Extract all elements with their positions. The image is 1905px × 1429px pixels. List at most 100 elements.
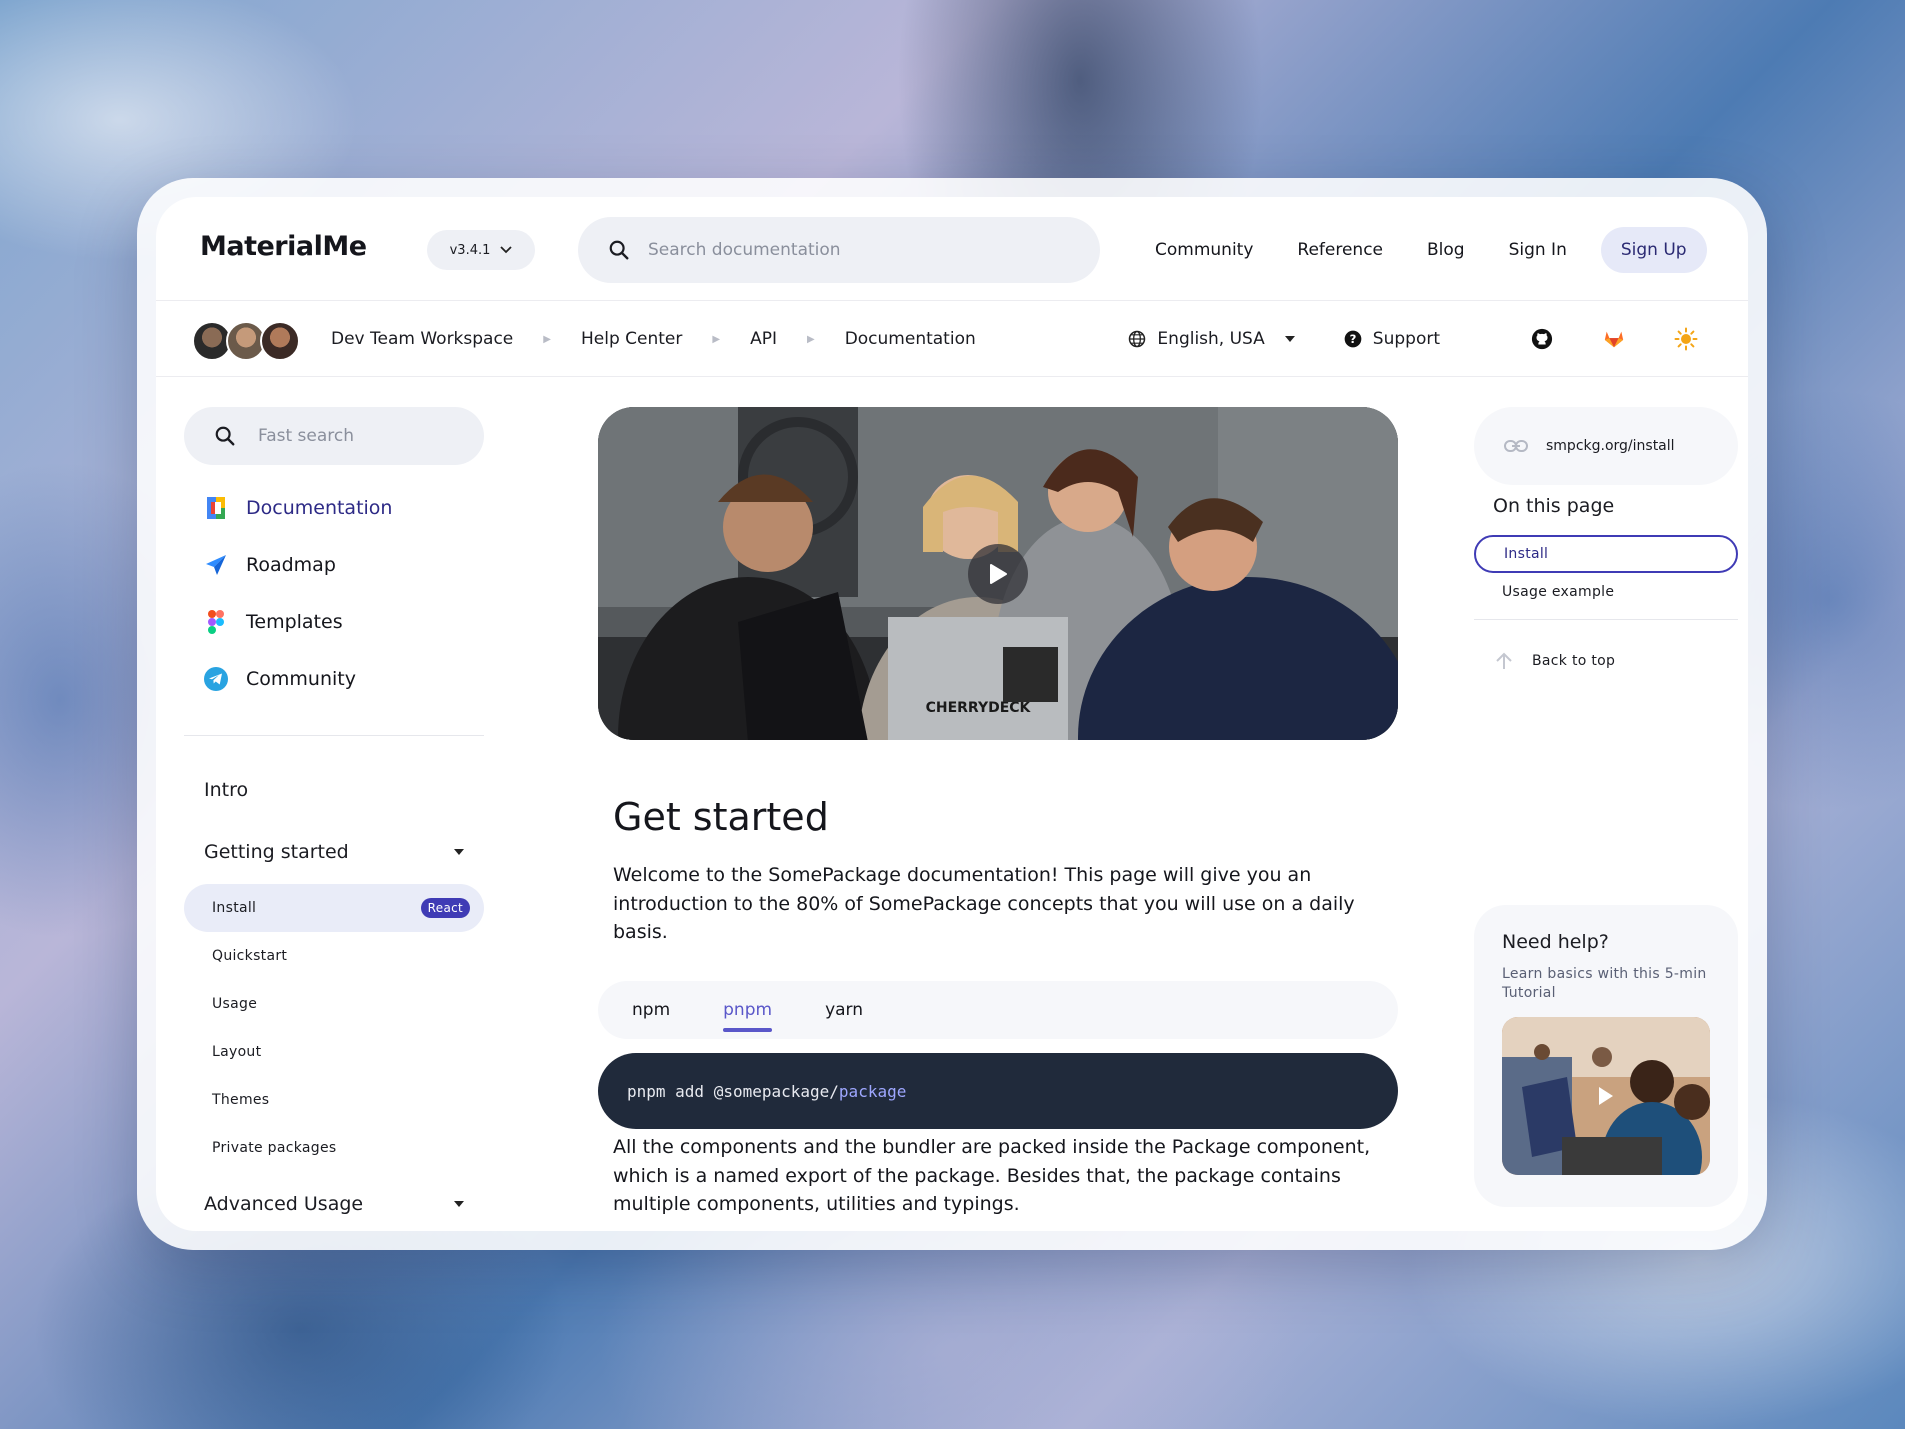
- breadcrumb-help-center[interactable]: Help Center: [581, 329, 682, 349]
- logo[interactable]: MaterialMe: [200, 231, 367, 262]
- app-frame: MaterialMe v3.4.1 Community Reference Bl…: [137, 178, 1767, 1250]
- team-avatars[interactable]: [192, 321, 300, 361]
- caret-down-icon: [454, 1201, 464, 1207]
- sign-up-button[interactable]: Sign Up: [1600, 227, 1707, 273]
- language-label: English, USA: [1157, 329, 1265, 349]
- caret-down-icon: [454, 849, 464, 855]
- back-to-top-label: Back to top: [1532, 653, 1616, 669]
- sidebar-subitem-layout[interactable]: Layout: [184, 1028, 484, 1076]
- page-url[interactable]: smpckg.org/install: [1474, 407, 1738, 485]
- svg-text:CHERRYDECK: CHERRYDECK: [926, 700, 1032, 716]
- toc-item-install[interactable]: Install: [1474, 535, 1738, 573]
- subitem-label: Install: [212, 900, 257, 916]
- sidebar-item-label: Templates: [246, 610, 343, 633]
- send-icon: [204, 553, 228, 577]
- play-button[interactable]: [1594, 1084, 1618, 1108]
- section-advanced-usage[interactable]: Advanced Usage: [184, 1184, 484, 1224]
- package-manager-tabs: npm pnpm yarn: [598, 981, 1398, 1039]
- sidebar-subitem-quickstart[interactable]: Quickstart: [184, 932, 484, 980]
- tutorial-video[interactable]: [1502, 1017, 1710, 1175]
- code-block[interactable]: pnpm add @somepackage/package: [598, 1053, 1398, 1129]
- on-this-page-title: On this page: [1493, 495, 1615, 517]
- section-getting-started[interactable]: Getting started: [184, 832, 484, 872]
- sidebar-item-community[interactable]: Community: [184, 650, 484, 707]
- app-window: MaterialMe v3.4.1 Community Reference Bl…: [156, 197, 1748, 1231]
- breadcrumb: Dev Team Workspace ▶ Help Center ▶ API ▶…: [331, 301, 976, 377]
- subitem-label: Private packages: [212, 1140, 337, 1156]
- section-intro[interactable]: Intro: [184, 770, 484, 810]
- subitem-label: Quickstart: [212, 948, 288, 964]
- figma-icon: [204, 609, 228, 634]
- url-text: smpckg.org/install: [1546, 438, 1675, 454]
- help-card: Need help? Learn basics with this 5-min …: [1474, 905, 1738, 1207]
- tab-pnpm[interactable]: pnpm: [723, 981, 772, 1039]
- github-icon: [1531, 328, 1553, 350]
- search-icon: [215, 426, 235, 446]
- link-icon: [1504, 440, 1528, 452]
- intro-paragraph: Welcome to the SomePackage documentation…: [613, 864, 1355, 943]
- chevron-right-icon: ▶: [712, 333, 721, 345]
- language-selector[interactable]: English, USA: [1127, 329, 1295, 349]
- breadcrumb-documentation[interactable]: Documentation: [845, 329, 976, 349]
- caret-down-icon: [1284, 336, 1295, 342]
- sign-in-link[interactable]: Sign In: [1487, 227, 1589, 273]
- top-header: MaterialMe v3.4.1 Community Reference Bl…: [156, 197, 1748, 301]
- version-label: v3.4.1: [449, 242, 491, 258]
- version-selector[interactable]: v3.4.1: [427, 230, 535, 270]
- nav-reference[interactable]: Reference: [1275, 227, 1405, 273]
- play-icon: [990, 564, 1007, 584]
- toc-item-usage-example[interactable]: Usage example: [1474, 573, 1738, 611]
- gitlab-button[interactable]: [1602, 327, 1626, 351]
- globe-icon: [1129, 330, 1146, 348]
- fast-search-bar[interactable]: [184, 407, 484, 465]
- divider: [184, 735, 484, 736]
- subitem-label: Layout: [212, 1044, 262, 1060]
- breadcrumb-api[interactable]: API: [750, 329, 777, 349]
- body-paragraph: All the components and the bundler are p…: [613, 1136, 1371, 1215]
- chevron-right-icon: ▶: [543, 333, 551, 345]
- primary-nav: Documentation Roadmap Templates Communit…: [184, 479, 484, 707]
- sun-icon: [1674, 327, 1698, 351]
- top-nav: Community Reference Blog Sign In Sign Up: [1133, 227, 1707, 273]
- workspace-bar: Dev Team Workspace ▶ Help Center ▶ API ▶…: [156, 301, 1748, 377]
- search-icon: [609, 240, 629, 260]
- search-bar[interactable]: [578, 217, 1100, 283]
- hero-video[interactable]: CHERRYDECK: [598, 407, 1398, 740]
- sidebar-item-documentation[interactable]: Documentation: [184, 479, 484, 536]
- help-circle-icon: ?: [1344, 330, 1362, 348]
- sidebar-item-label: Community: [246, 667, 356, 690]
- sidebar-item-roadmap[interactable]: Roadmap: [184, 536, 484, 593]
- github-button[interactable]: [1530, 327, 1554, 351]
- play-icon: [1599, 1087, 1613, 1105]
- chevron-down-icon: [500, 246, 513, 254]
- sidebar-subitem-private-packages[interactable]: Private packages: [184, 1124, 484, 1172]
- search-input[interactable]: [648, 240, 1008, 260]
- telegram-icon: [204, 666, 228, 691]
- google-docs-icon: [204, 496, 228, 520]
- support-label: Support: [1372, 329, 1440, 349]
- theme-toggle[interactable]: [1674, 327, 1698, 351]
- sidebar-subitem-install[interactable]: Install React: [184, 884, 484, 932]
- nav-community[interactable]: Community: [1133, 227, 1275, 273]
- tab-yarn[interactable]: yarn: [825, 981, 863, 1039]
- sidebar: Documentation Roadmap Templates Communit…: [184, 407, 484, 1224]
- divider: [1474, 619, 1738, 620]
- tab-npm[interactable]: npm: [632, 981, 670, 1039]
- help-subtitle: Learn basics with this 5-min Tutorial: [1502, 966, 1707, 1001]
- sidebar-subitem-themes[interactable]: Themes: [184, 1076, 484, 1124]
- section-label: Intro: [204, 779, 249, 801]
- code-command: pnpm add @somepackage/: [627, 1081, 839, 1101]
- help-title: Need help?: [1502, 931, 1609, 953]
- svg-text:?: ?: [1349, 332, 1356, 346]
- fast-search-input[interactable]: [258, 426, 458, 446]
- sidebar-item-label: Documentation: [246, 496, 393, 519]
- breadcrumb-workspace[interactable]: Dev Team Workspace: [331, 329, 513, 349]
- sidebar-subitem-usage[interactable]: Usage: [184, 980, 484, 1028]
- support-link[interactable]: ? Support: [1343, 329, 1440, 349]
- sidebar-item-templates[interactable]: Templates: [184, 593, 484, 650]
- nav-blog[interactable]: Blog: [1405, 227, 1487, 273]
- play-button[interactable]: [968, 544, 1028, 604]
- gitlab-icon: [1604, 331, 1624, 348]
- back-to-top-link[interactable]: Back to top: [1494, 651, 1615, 671]
- code-package: package: [838, 1081, 907, 1101]
